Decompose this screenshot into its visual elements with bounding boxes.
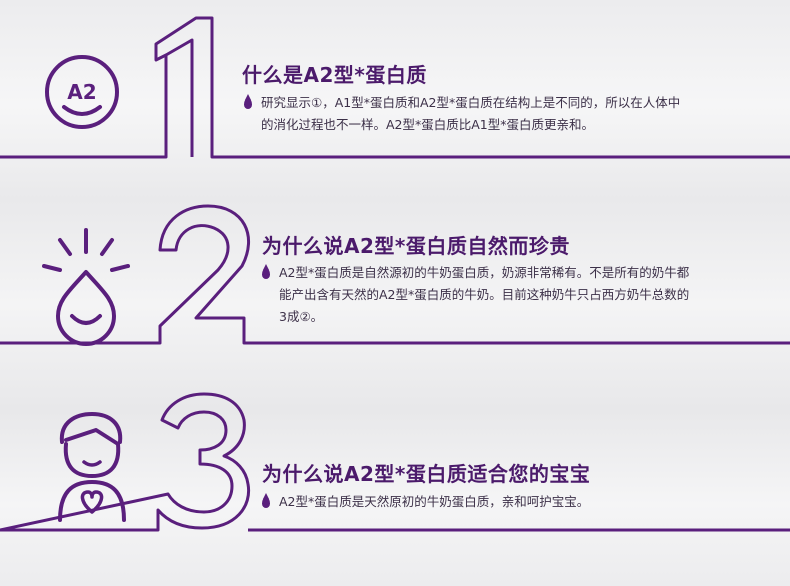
- section-2-line-3: 3成②。: [279, 309, 324, 324]
- section-1-line-2: 的消化过程也不一样。A2型*蛋白质比A1型*蛋白质更亲和。: [261, 117, 595, 132]
- section-2-title: 为什么说A2型*蛋白质自然而珍贵: [262, 234, 570, 258]
- section-1-title: 什么是A2型*蛋白质: [242, 63, 427, 87]
- a2-icon-text: A2: [67, 80, 96, 104]
- section-2-body: A2型*蛋白质是自然源初的牛奶蛋白质，奶源非常稀有。不是所有的奶牛都 能产出含有…: [262, 262, 689, 328]
- drop-bullet-icon: [262, 493, 270, 508]
- shining-drop-icon: [42, 228, 130, 346]
- section-2-line-1: A2型*蛋白质是自然源初的牛奶蛋白质，奶源非常稀有。不是所有的奶牛都: [279, 265, 690, 280]
- section-1-line-1: 研究显示①，A1型*蛋白质和A2型*蛋白质在结构上是不同的，所以在人体中: [261, 95, 681, 110]
- a2-smile-icon: A2: [45, 55, 119, 129]
- section-3-body: A2型*蛋白质是天然原初的牛奶蛋白质，亲和呵护宝宝。: [262, 491, 589, 513]
- section-3-line-1: A2型*蛋白质是天然原初的牛奶蛋白质，亲和呵护宝宝。: [279, 494, 590, 509]
- drop-bullet-icon: [262, 264, 270, 279]
- drop-bullet-icon: [244, 94, 252, 109]
- section-1-body: 研究显示①，A1型*蛋白质和A2型*蛋白质在结构上是不同的，所以在人体中 的消化…: [244, 92, 680, 136]
- section-3-title: 为什么说A2型*蛋白质适合您的宝宝: [262, 462, 591, 486]
- section-2-line-2: 能产出含有天然的A2型*蛋白质的牛奶。目前这种奶牛只占西方奶牛总数的: [279, 287, 690, 302]
